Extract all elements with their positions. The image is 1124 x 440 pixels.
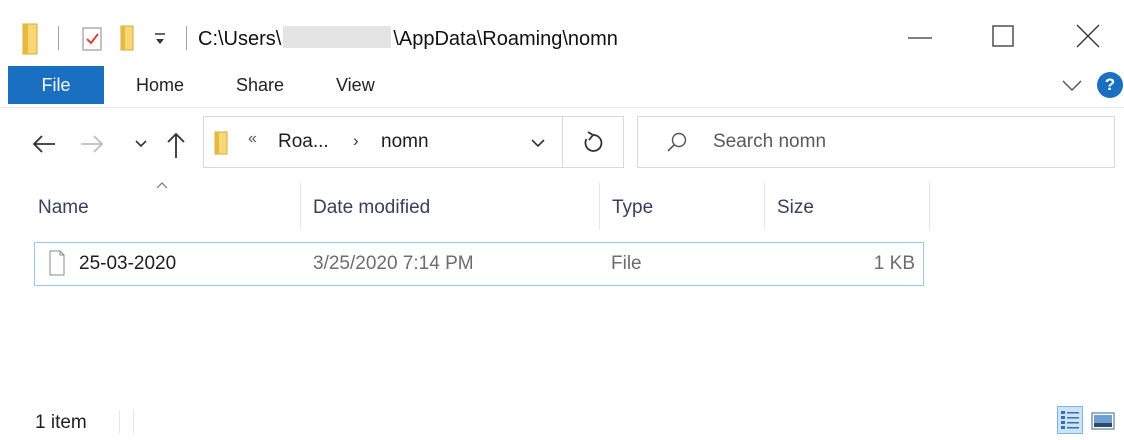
column-header-size[interactable]: Size (769, 182, 929, 234)
ribbon: File Home Share View ? (0, 64, 1124, 108)
refresh-icon (584, 131, 603, 152)
chevron-down-icon[interactable] (529, 135, 547, 151)
file-icon (49, 250, 65, 276)
file-size: 1 KB (873, 253, 915, 274)
details-view-button[interactable] (1057, 406, 1083, 434)
close-icon[interactable] (1064, 14, 1112, 58)
properties-icon[interactable] (80, 26, 104, 52)
up-arrow-icon[interactable] (164, 126, 188, 162)
path-prefix: C:\Users\ (198, 28, 282, 50)
folder-icon (214, 131, 228, 155)
redacted-username (283, 26, 392, 48)
refresh-button[interactable] (563, 116, 624, 168)
search-box[interactable]: Search nomn (637, 116, 1115, 168)
details-view-icon (1061, 411, 1079, 429)
breadcrumb-nomn[interactable]: nomn (381, 131, 429, 153)
file-row[interactable]: 25-03-2020 3/25/2020 7:14 PM File 1 KB (34, 242, 924, 286)
chevron-down-icon[interactable] (1060, 74, 1084, 96)
tiles-view-icon[interactable] (1090, 410, 1116, 432)
breadcrumb-overflow[interactable]: « (248, 130, 257, 148)
tab-view[interactable]: View (336, 66, 375, 104)
folder-icon (22, 23, 38, 55)
path-suffix: \AppData\Roaming\nomn (393, 28, 618, 50)
column-header-name[interactable]: Name (30, 182, 300, 234)
toolbar-separator (58, 26, 59, 50)
navigation-bar: « Roa... › nomn Search nomn (0, 108, 1124, 180)
back-arrow-icon[interactable] (30, 126, 58, 162)
tab-home[interactable]: Home (136, 66, 184, 104)
recent-locations-icon[interactable] (134, 126, 148, 162)
new-folder-icon[interactable] (120, 25, 134, 51)
column-divider[interactable] (599, 182, 600, 230)
search-icon (667, 132, 687, 152)
address-bar[interactable]: « Roa... › nomn (203, 116, 563, 168)
breadcrumb-roaming[interactable]: Roa... (278, 131, 329, 153)
status-separator (119, 410, 120, 434)
column-divider[interactable] (764, 182, 765, 230)
status-separator (133, 410, 134, 434)
window-title: C:\Users\ \AppData\Roaming\nomn (198, 24, 618, 54)
column-header-date-modified[interactable]: Date modified (305, 182, 599, 234)
file-date-modified: 3/25/2020 7:14 PM (313, 253, 474, 274)
column-header-type[interactable]: Type (604, 182, 764, 234)
column-headers: Name Date modified Type Size (0, 182, 940, 234)
title-bar: C:\Users\ \AppData\Roaming\nomn (0, 0, 1124, 64)
help-icon[interactable]: ? (1097, 72, 1123, 98)
forward-arrow-icon[interactable] (78, 126, 106, 162)
breadcrumb-separator[interactable]: › (353, 131, 359, 151)
column-divider[interactable] (929, 182, 930, 230)
toolbar-separator (186, 26, 187, 50)
tab-share[interactable]: Share (236, 66, 284, 104)
minimize-icon[interactable] (896, 14, 944, 58)
dropdown-icon[interactable] (152, 24, 168, 52)
column-divider[interactable] (300, 182, 301, 230)
status-item-count: 1 item (35, 412, 87, 433)
search-input[interactable]: Search nomn (713, 131, 826, 153)
maximize-icon[interactable] (981, 14, 1029, 58)
tab-file[interactable]: File (8, 66, 104, 104)
file-type: File (611, 253, 642, 274)
file-name: 25-03-2020 (79, 253, 177, 274)
